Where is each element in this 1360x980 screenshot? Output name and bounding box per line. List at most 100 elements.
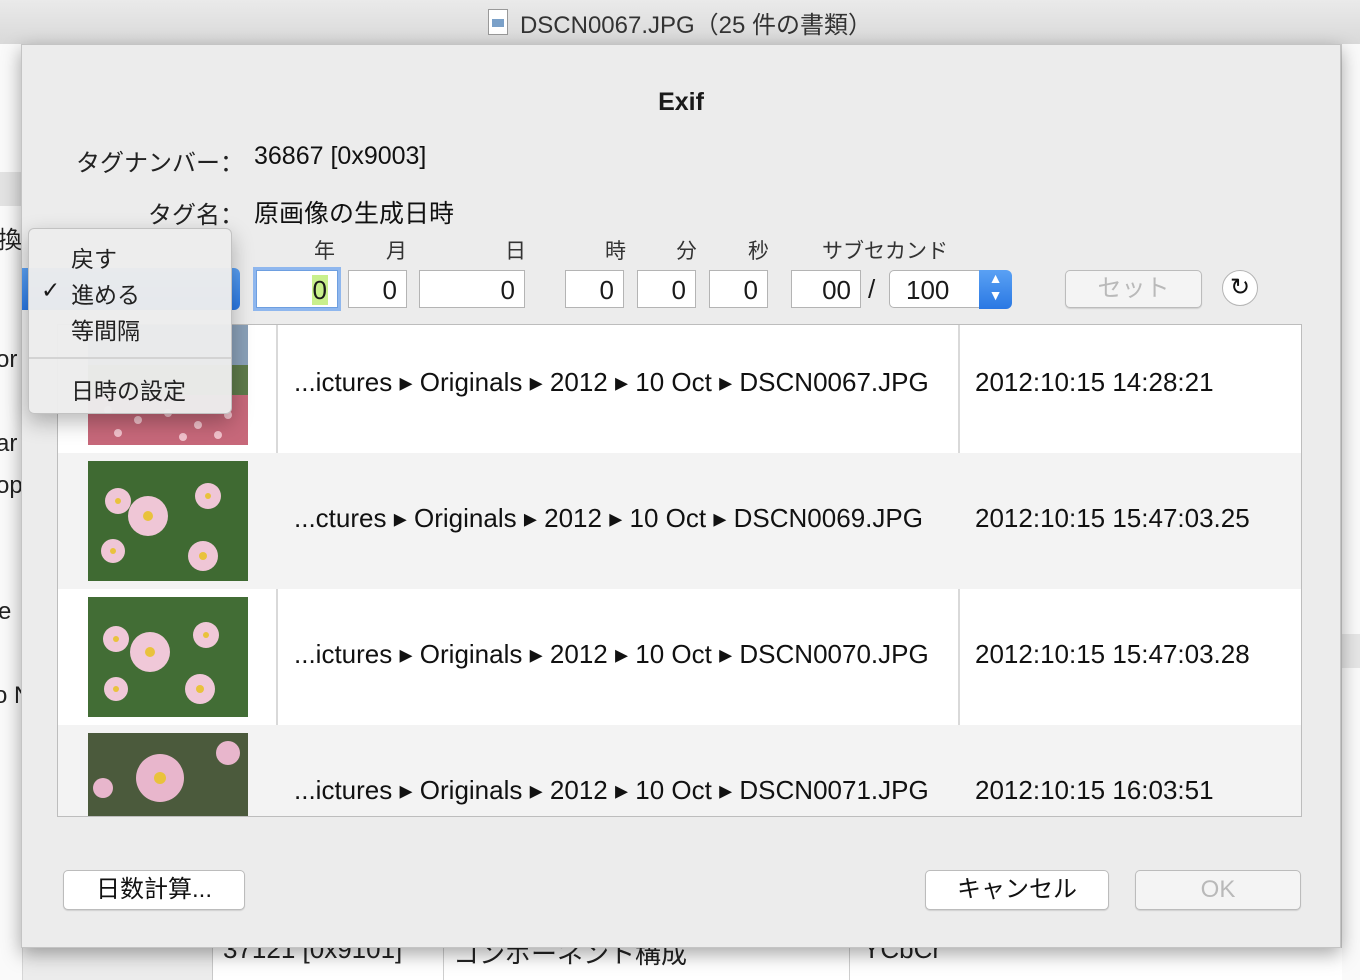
path-separator-icon: ▸ bbox=[529, 367, 543, 397]
path-separator-icon: ▸ bbox=[719, 639, 733, 669]
path-separator-icon: ▸ bbox=[529, 775, 543, 805]
file-path: ...ictures ▸ Originals ▸ 2012 ▸ 10 Oct ▸… bbox=[294, 775, 929, 806]
year-field[interactable]: 0 bbox=[256, 270, 338, 308]
path-separator-icon: ▸ bbox=[614, 639, 629, 669]
reset-icon[interactable]: ↻ bbox=[1222, 270, 1258, 306]
file-datetime: 2012:10:15 14:28:21 bbox=[975, 367, 1214, 397]
month-field[interactable]: 0 bbox=[348, 270, 407, 308]
column-subsecond: サブセカンド bbox=[822, 240, 948, 263]
path-segment: Originals bbox=[419, 367, 523, 397]
path-segment: 10 Oct bbox=[629, 503, 707, 533]
path-segment: DSCN0069.JPG bbox=[733, 503, 923, 533]
background-cell: 37121 [0x9101] bbox=[223, 948, 403, 964]
path-separator-icon: ▸ bbox=[399, 775, 413, 805]
path-separator-icon: ▸ bbox=[609, 503, 623, 533]
background-text: 換 bbox=[0, 227, 22, 254]
path-segment: Originals bbox=[414, 503, 517, 533]
path-separator-icon: ▸ bbox=[719, 367, 733, 397]
menu-item-undo[interactable]: 戻す bbox=[71, 240, 117, 274]
background-divider bbox=[849, 948, 850, 980]
file-datetime: 2012:10:15 15:47:03.25 bbox=[975, 503, 1250, 533]
file-path: ...ctures ▸ Originals ▸ 2012 ▸ 10 Oct ▸ … bbox=[294, 503, 923, 534]
menu-item-set-datetime[interactable]: 日時の設定 bbox=[71, 372, 186, 406]
column-day: 日 bbox=[505, 240, 526, 263]
ok-button[interactable]: OK bbox=[1135, 870, 1301, 910]
path-segment: 10 Oct bbox=[635, 775, 712, 805]
background-table-row: 37121 [0x9101] コンポーネント構成 YCbCr bbox=[212, 948, 1342, 980]
day-field[interactable]: 0 bbox=[419, 270, 525, 308]
file-datetime: 2012:10:15 16:03:51 bbox=[975, 775, 1214, 805]
mode-popup-menu: 戻す ✓ 進める 等間隔 日時の設定 bbox=[28, 228, 232, 414]
path-separator-icon: ▸ bbox=[614, 775, 629, 805]
set-button[interactable]: セット bbox=[1065, 270, 1202, 308]
column-minute: 分 bbox=[676, 240, 697, 263]
background-row bbox=[1342, 634, 1360, 668]
background-text: e bbox=[0, 598, 11, 626]
column-year: 年 bbox=[314, 240, 335, 263]
table-row[interactable]: ...ictures ▸ Originals ▸ 2012 ▸ 10 Oct ▸… bbox=[58, 589, 1301, 725]
path-separator-icon: ▸ bbox=[719, 775, 733, 805]
subsecond-divider: / bbox=[868, 274, 876, 304]
document-icon bbox=[487, 9, 508, 35]
background-right-panel bbox=[1341, 44, 1360, 980]
window-title: DSCN0067.JPG（25 件の書類） bbox=[519, 11, 873, 39]
path-segment: ...ictures bbox=[294, 367, 393, 397]
path-separator-icon: ▸ bbox=[523, 503, 537, 533]
menu-separator bbox=[29, 357, 231, 359]
path-segment: 2012 bbox=[549, 775, 608, 805]
tag-number-label: タグナンバー： bbox=[76, 150, 244, 177]
tag-name-label: タグ名： bbox=[148, 202, 244, 229]
table-row[interactable]: ...ictures ▸ Originals ▸ 2012 ▸ 10 Oct ▸… bbox=[58, 725, 1301, 816]
hour-field[interactable]: 0 bbox=[565, 270, 624, 308]
cancel-button[interactable]: キャンセル bbox=[925, 870, 1109, 910]
path-segment: 2012 bbox=[544, 503, 602, 533]
path-segment: DSCN0071.JPG bbox=[739, 775, 929, 805]
table-row[interactable]: ...ctures ▸ Originals ▸ 2012 ▸ 10 Oct ▸ … bbox=[58, 453, 1301, 589]
background-row bbox=[0, 172, 22, 206]
path-separator-icon: ▸ bbox=[529, 639, 543, 669]
photo-thumbnail bbox=[88, 733, 248, 816]
tag-name-value: 原画像の生成日時 bbox=[254, 200, 455, 228]
file-path: ...ictures ▸ Originals ▸ 2012 ▸ 10 Oct ▸… bbox=[294, 639, 929, 670]
path-segment: ...ictures bbox=[294, 775, 393, 805]
path-segment: Originals bbox=[419, 775, 523, 805]
path-separator-icon: ▸ bbox=[614, 367, 629, 397]
path-separator-icon: ▸ bbox=[713, 503, 727, 533]
file-path: ...ictures ▸ Originals ▸ 2012 ▸ 10 Oct ▸… bbox=[294, 367, 929, 398]
exif-sheet: Exif タグナンバー： 36867 [0x9003] タグ名： 原画像の生成日… bbox=[21, 44, 1341, 948]
second-field[interactable]: 0 bbox=[709, 270, 768, 308]
column-month: 月 bbox=[386, 240, 407, 263]
background-text: o N bbox=[0, 682, 22, 710]
tag-number-value: 36867 [0x9003] bbox=[254, 142, 427, 170]
path-segment: 10 Oct bbox=[635, 639, 712, 669]
path-segment: 10 Oct bbox=[635, 367, 712, 397]
window-titlebar: DSCN0067.JPG（25 件の書類） bbox=[0, 0, 1360, 45]
path-segment: DSCN0070.JPG bbox=[739, 639, 929, 669]
background-text: ar bbox=[0, 430, 18, 457]
path-separator-icon: ▸ bbox=[399, 639, 413, 669]
background-text: op bbox=[0, 472, 23, 499]
table-row[interactable]: ...ictures ▸ Originals ▸ 2012 ▸ 10 Oct ▸… bbox=[58, 325, 1301, 453]
background-left-panel: 換 or ar op e o N bbox=[0, 44, 23, 980]
background-text: or bbox=[0, 346, 18, 373]
menu-item-equal-interval[interactable]: 等間隔 bbox=[71, 312, 140, 346]
minute-field[interactable]: 0 bbox=[637, 270, 696, 308]
year-value: 0 bbox=[311, 275, 328, 305]
subsecond-denominator-field[interactable]: 100 bbox=[889, 270, 981, 308]
path-separator-icon: ▸ bbox=[399, 367, 413, 397]
background-divider bbox=[443, 948, 444, 980]
background-cell: YCbCr bbox=[863, 948, 942, 964]
photo-thumbnail bbox=[88, 597, 248, 717]
stepper-icon[interactable]: ▲ ▼ bbox=[979, 270, 1012, 309]
file-datetime: 2012:10:15 15:47:03.28 bbox=[975, 639, 1250, 669]
path-segment: ...ictures bbox=[294, 639, 393, 669]
sheet-title: Exif bbox=[658, 88, 704, 116]
path-segment: DSCN0067.JPG bbox=[739, 367, 929, 397]
column-second: 秒 bbox=[748, 240, 769, 263]
menu-item-advance[interactable]: 進める bbox=[71, 276, 140, 310]
subsecond-field[interactable]: 00 bbox=[791, 270, 861, 308]
background-cell: コンポーネント構成 bbox=[453, 948, 688, 969]
path-segment: 2012 bbox=[549, 367, 608, 397]
days-calc-button[interactable]: 日数計算... bbox=[63, 870, 245, 910]
checkmark-icon: ✓ bbox=[41, 277, 61, 303]
